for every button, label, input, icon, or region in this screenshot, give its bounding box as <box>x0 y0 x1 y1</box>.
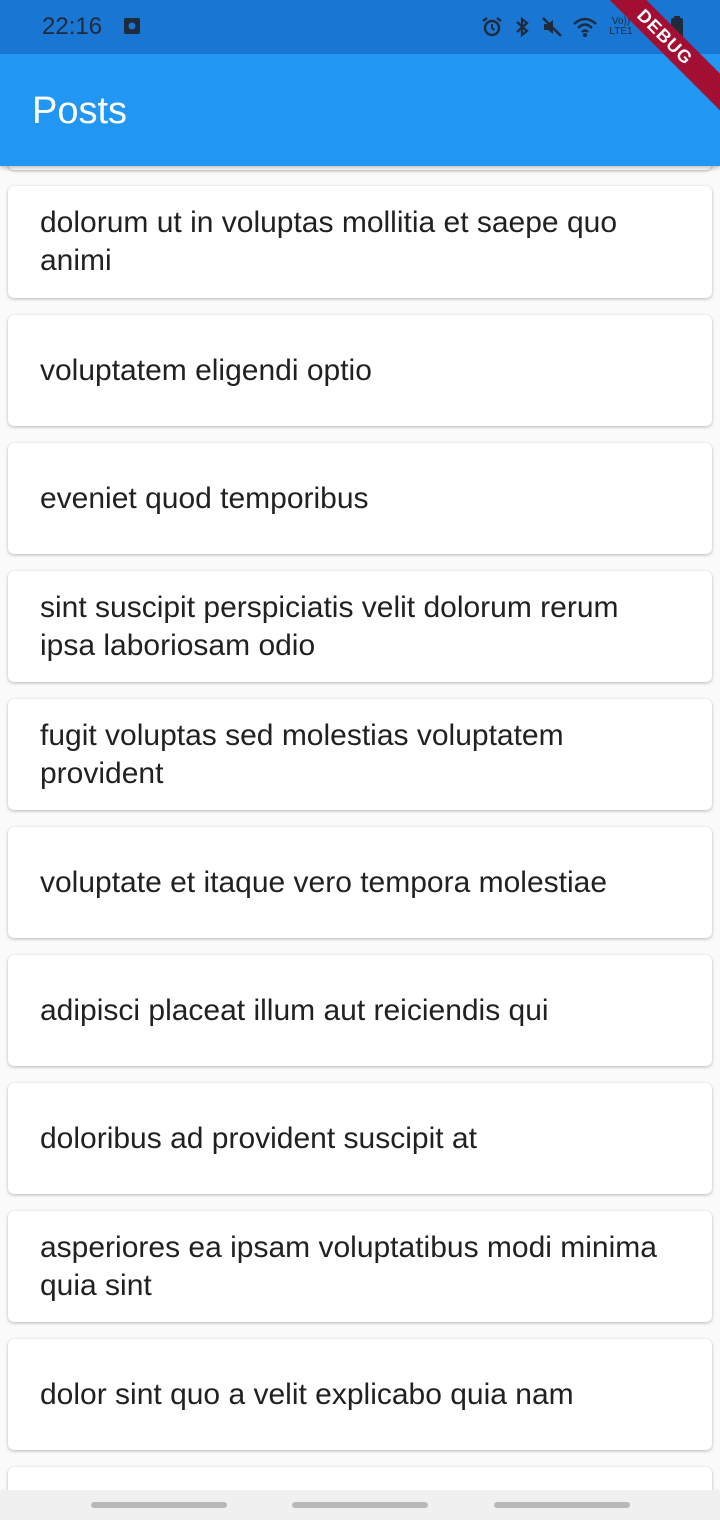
status-bar: 22:16 Vo)) LTE1 <box>0 0 720 54</box>
post-card[interactable]: asperiores ea ipsam voluptatibus modi mi… <box>8 1211 712 1322</box>
post-title: dolorum ut in voluptas mollitia et saepe… <box>40 206 618 277</box>
post-card[interactable]: doloribus ad provident suscipit at <box>8 1083 712 1194</box>
post-title: eveniet quod temporibus <box>40 481 369 515</box>
post-card[interactable]: adipisci placeat illum aut reiciendis qu… <box>8 955 712 1066</box>
system-nav-bar <box>0 1490 720 1520</box>
mute-icon <box>540 15 564 39</box>
status-icons: Vo)) LTE1 <box>480 14 684 40</box>
post-title: fugit voluptas sed molestias voluptatem … <box>40 718 564 790</box>
post-title: voluptate et itaque vero tempora molesti… <box>40 865 607 899</box>
battery-icon <box>670 15 684 39</box>
posts-list[interactable]: dolorum ut in voluptas mollitia et saepe… <box>0 166 720 1490</box>
post-title: adipisci placeat illum aut reiciendis qu… <box>40 993 549 1027</box>
network-label-bottom: LTE1 <box>609 26 633 37</box>
network-label: Vo)) LTE1 <box>606 17 636 37</box>
post-card[interactable]: fugit voluptas sed molestias voluptatem … <box>8 699 712 810</box>
post-title: dolor sint quo a velit explicabo quia na… <box>40 1377 574 1411</box>
post-card[interactable]: voluptatem eligendi optio <box>8 315 712 426</box>
post-card[interactable] <box>8 1467 712 1490</box>
post-card[interactable] <box>8 166 712 170</box>
screenshot-notification-icon <box>122 16 142 36</box>
signal-icon <box>644 16 662 38</box>
wifi-icon <box>572 16 598 38</box>
post-card[interactable]: dolorum ut in voluptas mollitia et saepe… <box>8 186 712 298</box>
app-bar: Posts <box>0 54 720 166</box>
post-title: voluptatem eligendi optio <box>40 353 372 387</box>
post-card[interactable]: dolor sint quo a velit explicabo quia na… <box>8 1339 712 1450</box>
recent-apps-pill[interactable] <box>91 1502 227 1508</box>
back-pill[interactable] <box>494 1502 630 1508</box>
post-card[interactable]: sint suscipit perspiciatis velit dolorum… <box>8 571 712 682</box>
alarm-icon <box>480 15 504 39</box>
post-card[interactable]: voluptate et itaque vero tempora molesti… <box>8 827 712 938</box>
post-title: sint suscipit perspiciatis velit dolorum… <box>40 590 619 662</box>
page-title: Posts <box>32 90 128 132</box>
post-title: asperiores ea ipsam voluptatibus modi mi… <box>40 1230 657 1302</box>
post-title: doloribus ad provident suscipit at <box>40 1121 477 1155</box>
post-card[interactable]: eveniet quod temporibus <box>8 443 712 554</box>
bluetooth-icon <box>512 15 532 39</box>
home-pill[interactable] <box>292 1502 428 1508</box>
status-time: 22:16 <box>42 13 103 40</box>
